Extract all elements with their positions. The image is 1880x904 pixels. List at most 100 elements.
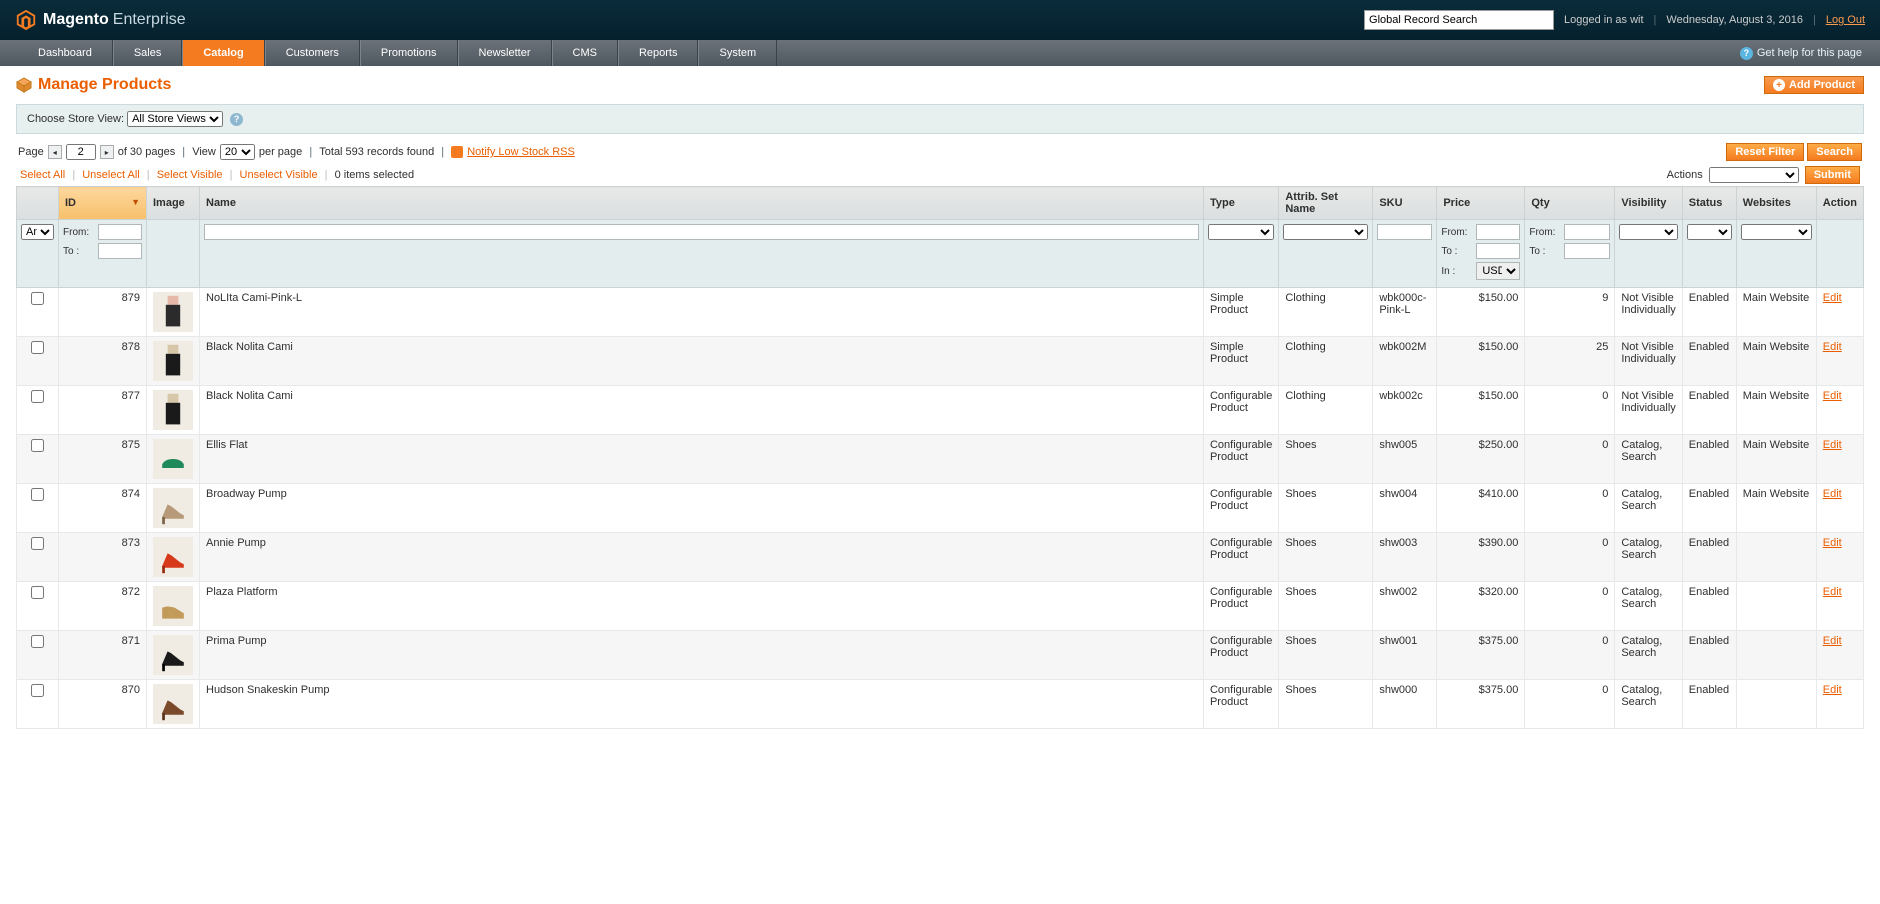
filter-qty-to[interactable] [1564, 243, 1610, 259]
nav-item-system[interactable]: System [698, 40, 777, 66]
filter-visibility[interactable] [1619, 224, 1677, 240]
cell-qty: 9 [1525, 288, 1615, 337]
nav-item-cms[interactable]: CMS [552, 40, 618, 66]
table-row[interactable]: 879NoLIta Cami-Pink-LSimple ProductCloth… [17, 288, 1864, 337]
edit-link[interactable]: Edit [1823, 635, 1842, 647]
page-number-input[interactable] [66, 144, 96, 160]
storeview-select[interactable]: All Store Views [127, 111, 223, 127]
col-id[interactable]: ID▼ [59, 187, 147, 220]
edit-link[interactable]: Edit [1823, 439, 1842, 451]
cell-price: $375.00 [1437, 631, 1525, 680]
cell-id: 871 [59, 631, 147, 680]
row-checkbox[interactable] [31, 341, 44, 354]
col-type[interactable]: Type [1203, 187, 1278, 220]
col-sku[interactable]: SKU [1373, 187, 1437, 220]
col-action: Action [1816, 187, 1863, 220]
add-product-button[interactable]: + Add Product [1764, 76, 1864, 94]
col-status[interactable]: Status [1682, 187, 1736, 220]
table-row[interactable]: 873Annie PumpConfigurable ProductShoessh… [17, 533, 1864, 582]
edit-link[interactable]: Edit [1823, 684, 1842, 696]
cell-attrib-set: Shoes [1279, 582, 1373, 631]
edit-link[interactable]: Edit [1823, 488, 1842, 500]
info-icon[interactable]: ? [230, 113, 243, 126]
logout-link[interactable]: Log Out [1826, 14, 1865, 26]
cell-qty: 0 [1525, 631, 1615, 680]
nav-item-customers[interactable]: Customers [265, 40, 360, 66]
select-visible-link[interactable]: Select Visible [157, 169, 223, 181]
filter-id-from[interactable] [98, 224, 142, 240]
per-page-select[interactable]: 20 [220, 144, 255, 160]
mass-action-select[interactable] [1709, 167, 1799, 183]
filter-price-to[interactable] [1476, 243, 1520, 259]
unselect-visible-link[interactable]: Unselect Visible [240, 169, 318, 181]
next-page-arrow[interactable]: ▸ [100, 145, 114, 159]
cell-price: $390.00 [1437, 533, 1525, 582]
cell-price: $150.00 [1437, 288, 1525, 337]
cell-visibility: Catalog, Search [1615, 582, 1682, 631]
col-checkbox[interactable] [17, 187, 59, 220]
cell-price: $250.00 [1437, 435, 1525, 484]
row-checkbox[interactable] [31, 586, 44, 599]
nav-item-promotions[interactable]: Promotions [360, 40, 458, 66]
help-link[interactable]: ? Get help for this page [1740, 47, 1862, 60]
col-qty[interactable]: Qty [1525, 187, 1615, 220]
row-checkbox[interactable] [31, 537, 44, 550]
row-checkbox[interactable] [31, 635, 44, 648]
unselect-all-link[interactable]: Unselect All [82, 169, 139, 181]
col-name[interactable]: Name [200, 187, 1204, 220]
search-button[interactable]: Search [1807, 143, 1862, 161]
cell-status: Enabled [1682, 435, 1736, 484]
cell-status: Enabled [1682, 582, 1736, 631]
global-search-input[interactable] [1364, 10, 1554, 30]
cell-websites: Main Website [1736, 386, 1816, 435]
table-row[interactable]: 872Plaza PlatformConfigurable ProductSho… [17, 582, 1864, 631]
cell-attrib-set: Clothing [1279, 386, 1373, 435]
filter-price-currency[interactable]: USD [1476, 262, 1520, 280]
table-row[interactable]: 874Broadway PumpConfigurable ProductShoe… [17, 484, 1864, 533]
filter-sku[interactable] [1377, 224, 1432, 240]
nav-item-newsletter[interactable]: Newsletter [458, 40, 552, 66]
nav-item-reports[interactable]: Reports [618, 40, 699, 66]
nav-item-catalog[interactable]: Catalog [182, 40, 264, 66]
filter-qty-from[interactable] [1564, 224, 1610, 240]
items-selected-label: 0 items selected [335, 169, 414, 181]
table-row[interactable]: 870Hudson Snakeskin PumpConfigurable Pro… [17, 680, 1864, 729]
col-price[interactable]: Price [1437, 187, 1525, 220]
filter-status[interactable] [1687, 224, 1732, 240]
table-row[interactable]: 871Prima PumpConfigurable ProductShoessh… [17, 631, 1864, 680]
edit-link[interactable]: Edit [1823, 341, 1842, 353]
table-row[interactable]: 878Black Nolita CamiSimple ProductClothi… [17, 337, 1864, 386]
product-thumb [153, 439, 193, 479]
edit-link[interactable]: Edit [1823, 537, 1842, 549]
edit-link[interactable]: Edit [1823, 586, 1842, 598]
select-all-link[interactable]: Select All [20, 169, 65, 181]
filter-id-to[interactable] [98, 243, 142, 259]
filter-type[interactable] [1208, 224, 1274, 240]
submit-massaction-button[interactable]: Submit [1805, 166, 1860, 184]
table-row[interactable]: 875Ellis FlatConfigurable ProductShoessh… [17, 435, 1864, 484]
row-checkbox[interactable] [31, 390, 44, 403]
row-checkbox[interactable] [31, 684, 44, 697]
plus-icon: + [1773, 79, 1785, 91]
row-checkbox[interactable] [31, 292, 44, 305]
prev-page-arrow[interactable]: ◂ [48, 145, 62, 159]
filter-any-select[interactable]: Any [21, 224, 54, 240]
col-attrib-set[interactable]: Attrib. Set Name [1279, 187, 1373, 220]
col-visibility[interactable]: Visibility [1615, 187, 1682, 220]
row-checkbox[interactable] [31, 439, 44, 452]
edit-link[interactable]: Edit [1823, 390, 1842, 402]
col-image[interactable]: Image [147, 187, 200, 220]
filter-attrib-set[interactable] [1283, 224, 1368, 240]
col-websites[interactable]: Websites [1736, 187, 1816, 220]
filter-name[interactable] [204, 224, 1199, 240]
notify-rss-link[interactable]: Notify Low Stock RSS [467, 146, 575, 158]
filter-price-from[interactable] [1476, 224, 1520, 240]
filter-websites[interactable] [1741, 224, 1812, 240]
edit-link[interactable]: Edit [1823, 292, 1842, 304]
reset-filter-button[interactable]: Reset Filter [1726, 143, 1804, 161]
nav-item-sales[interactable]: Sales [113, 40, 183, 66]
logged-in-label: Logged in as wit [1564, 14, 1644, 26]
row-checkbox[interactable] [31, 488, 44, 501]
table-row[interactable]: 877Black Nolita CamiConfigurable Product… [17, 386, 1864, 435]
nav-item-dashboard[interactable]: Dashboard [18, 40, 113, 66]
